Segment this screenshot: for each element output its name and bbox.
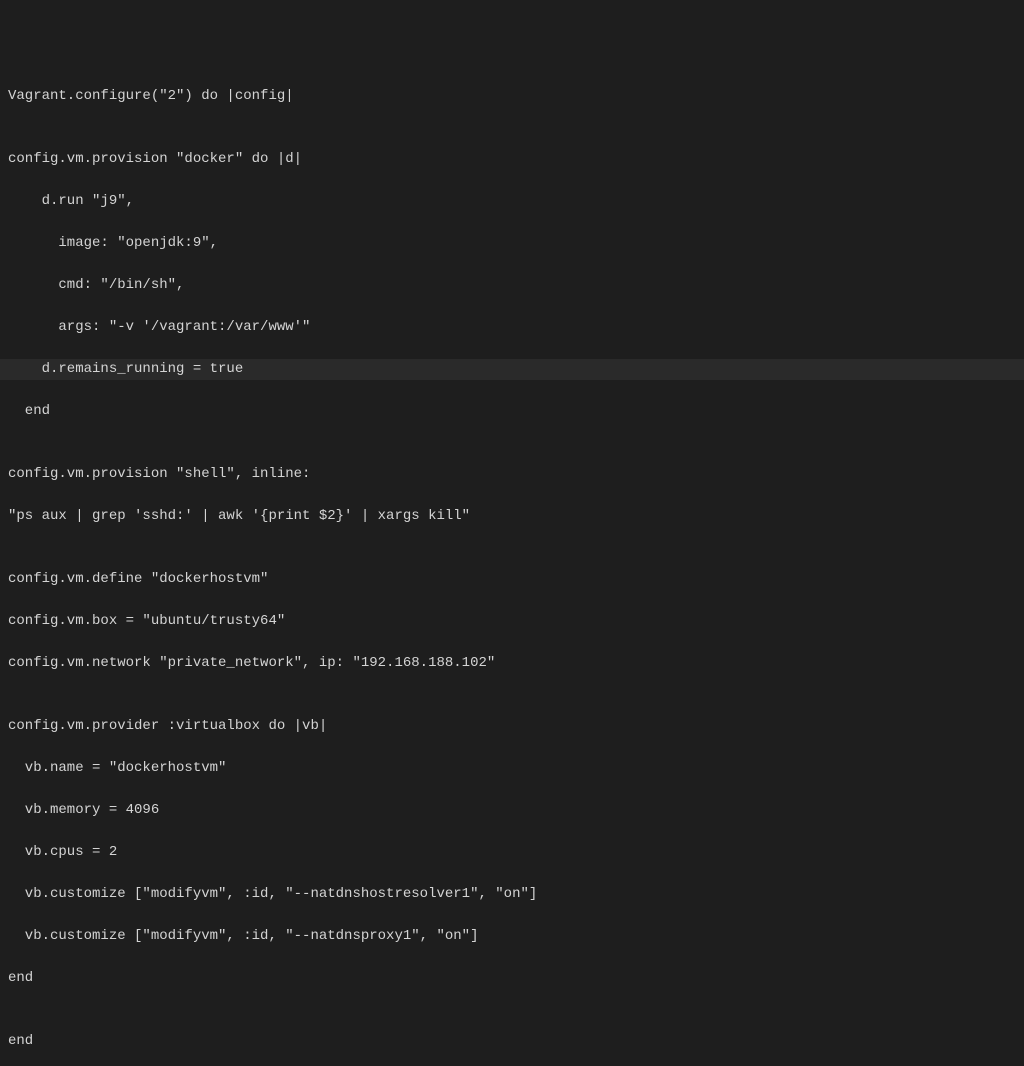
- code-line-18[interactable]: config.vm.provider :virtualbox do |vb|: [8, 716, 1016, 737]
- code-line-9[interactable]: end: [8, 401, 1016, 422]
- code-line-23[interactable]: vb.customize ["modifyvm", :id, "--natdns…: [8, 926, 1016, 947]
- code-line-26[interactable]: end: [8, 1031, 1016, 1052]
- code-line-4[interactable]: d.run "j9",: [8, 191, 1016, 212]
- code-line-15[interactable]: config.vm.box = "ubuntu/trusty64": [8, 611, 1016, 632]
- code-line-19[interactable]: vb.name = "dockerhostvm": [8, 758, 1016, 779]
- code-line-20[interactable]: vb.memory = 4096: [8, 800, 1016, 821]
- code-line-16[interactable]: config.vm.network "private_network", ip:…: [8, 653, 1016, 674]
- code-line-3[interactable]: config.vm.provision "docker" do |d|: [8, 149, 1016, 170]
- code-line-7[interactable]: args: "-v '/vagrant:/var/www'": [8, 317, 1016, 338]
- code-line-6[interactable]: cmd: "/bin/sh",: [8, 275, 1016, 296]
- code-line-12[interactable]: "ps aux | grep 'sshd:' | awk '{print $2}…: [8, 506, 1016, 527]
- code-line-5[interactable]: image: "openjdk:9",: [8, 233, 1016, 254]
- code-line-22[interactable]: vb.customize ["modifyvm", :id, "--natdns…: [8, 884, 1016, 905]
- code-line-14[interactable]: config.vm.define "dockerhostvm": [8, 569, 1016, 590]
- code-line-1[interactable]: Vagrant.configure("2") do |config|: [8, 86, 1016, 107]
- code-line-21[interactable]: vb.cpus = 2: [8, 842, 1016, 863]
- code-line-11[interactable]: config.vm.provision "shell", inline:: [8, 464, 1016, 485]
- code-line-8-highlighted[interactable]: d.remains_running = true: [0, 359, 1024, 380]
- code-line-24[interactable]: end: [8, 968, 1016, 989]
